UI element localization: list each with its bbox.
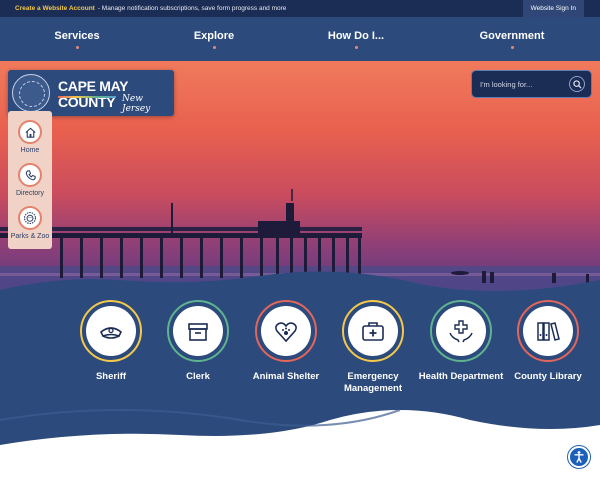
- sign-in-button[interactable]: Website Sign In: [522, 0, 584, 17]
- main-nav: Services Explore How Do I... Government: [0, 17, 600, 61]
- nav-item-how-do-i[interactable]: How Do I...: [322, 17, 390, 61]
- medical-kit-icon: [362, 322, 384, 341]
- feature-icon-bg: [436, 306, 486, 356]
- quick-link-home[interactable]: Home: [8, 120, 52, 154]
- create-account-link[interactable]: Create a Website Account: [15, 5, 95, 12]
- quick-link-directory[interactable]: Directory: [8, 163, 52, 197]
- logo-underline: [58, 96, 116, 98]
- feature-ring: [342, 300, 404, 362]
- accessibility-icon: [574, 451, 584, 463]
- feature-icon-bg: [523, 306, 573, 356]
- home-icon: [24, 127, 36, 138]
- hands-cross-icon: [449, 320, 473, 343]
- nav-item-label: Explore: [193, 29, 235, 42]
- feature-icon-bg: [261, 306, 311, 356]
- nav-dot: [354, 45, 358, 49]
- feature-label: Emergency Management: [343, 371, 403, 394]
- account-notice: - Manage notification subscriptions, sav…: [97, 5, 287, 12]
- county-logo[interactable]: CAPE MAY COUNTY New Jersey: [8, 70, 174, 116]
- nav-item-label: Services: [54, 29, 100, 42]
- feature-label: Sheriff: [95, 371, 127, 382]
- quick-link-label: Home: [20, 147, 40, 154]
- nav-item-explore[interactable]: Explore: [186, 17, 242, 61]
- county-seal-icon: [12, 74, 50, 112]
- logo-subtitle: New Jersey: [122, 94, 151, 114]
- nav-item-label: Government: [479, 29, 545, 42]
- feature-label: Clerk: [186, 371, 210, 382]
- nav-item-services[interactable]: Services: [47, 17, 107, 61]
- feature-county-library[interactable]: County Library: [514, 300, 582, 383]
- feature-ring: [255, 300, 317, 362]
- nav-item-label: How Do I...: [327, 29, 385, 42]
- nav-dot: [510, 45, 514, 49]
- feature-icon-bg: [173, 306, 223, 356]
- feature-label: Animal Shelter: [252, 371, 320, 382]
- nav-dot: [212, 45, 216, 49]
- quick-link-label: Directory: [15, 190, 44, 197]
- feature-animal-shelter[interactable]: Animal Shelter: [253, 300, 319, 383]
- feature-ring: [517, 300, 579, 362]
- file-box-icon: [188, 323, 208, 341]
- quick-link-ring: [18, 163, 42, 187]
- top-bar: Create a Website Account - Manage notifi…: [0, 0, 600, 17]
- search-input[interactable]: [480, 79, 560, 89]
- accessibility-button[interactable]: [568, 446, 590, 468]
- feature-ring: [80, 300, 142, 362]
- quick-links-panel: Home Directory Parks & Zoo: [8, 111, 52, 249]
- nav-dot: [75, 45, 79, 49]
- lion-icon: [23, 211, 37, 225]
- search-button[interactable]: [569, 76, 585, 92]
- feature-sheriff[interactable]: Sheriff: [79, 300, 143, 383]
- nav-item-government[interactable]: Government: [470, 17, 554, 61]
- paw-heart-icon: [275, 322, 297, 343]
- feature-health-department[interactable]: Health Department: [419, 300, 503, 383]
- feature-ring: [167, 300, 229, 362]
- feature-emergency-management[interactable]: Emergency Management: [341, 300, 405, 395]
- quick-link-label: Parks & Zoo: [10, 233, 50, 240]
- binders-icon: [537, 322, 560, 341]
- feature-icon-bg: [348, 306, 398, 356]
- phone-icon: [25, 169, 36, 180]
- search-box: [471, 70, 592, 98]
- search-icon: [572, 79, 582, 89]
- feature-label: County Library: [514, 371, 582, 382]
- feature-clerk[interactable]: Clerk: [166, 300, 230, 383]
- feature-ring: [430, 300, 492, 362]
- feature-label: Health Department: [418, 371, 504, 382]
- quick-link-ring: [18, 120, 42, 144]
- sheriff-hat-icon: [99, 327, 123, 339]
- feature-icon-bg: [86, 306, 136, 356]
- quick-link-parks-zoo[interactable]: Parks & Zoo: [8, 206, 52, 240]
- quick-link-ring: [18, 206, 42, 230]
